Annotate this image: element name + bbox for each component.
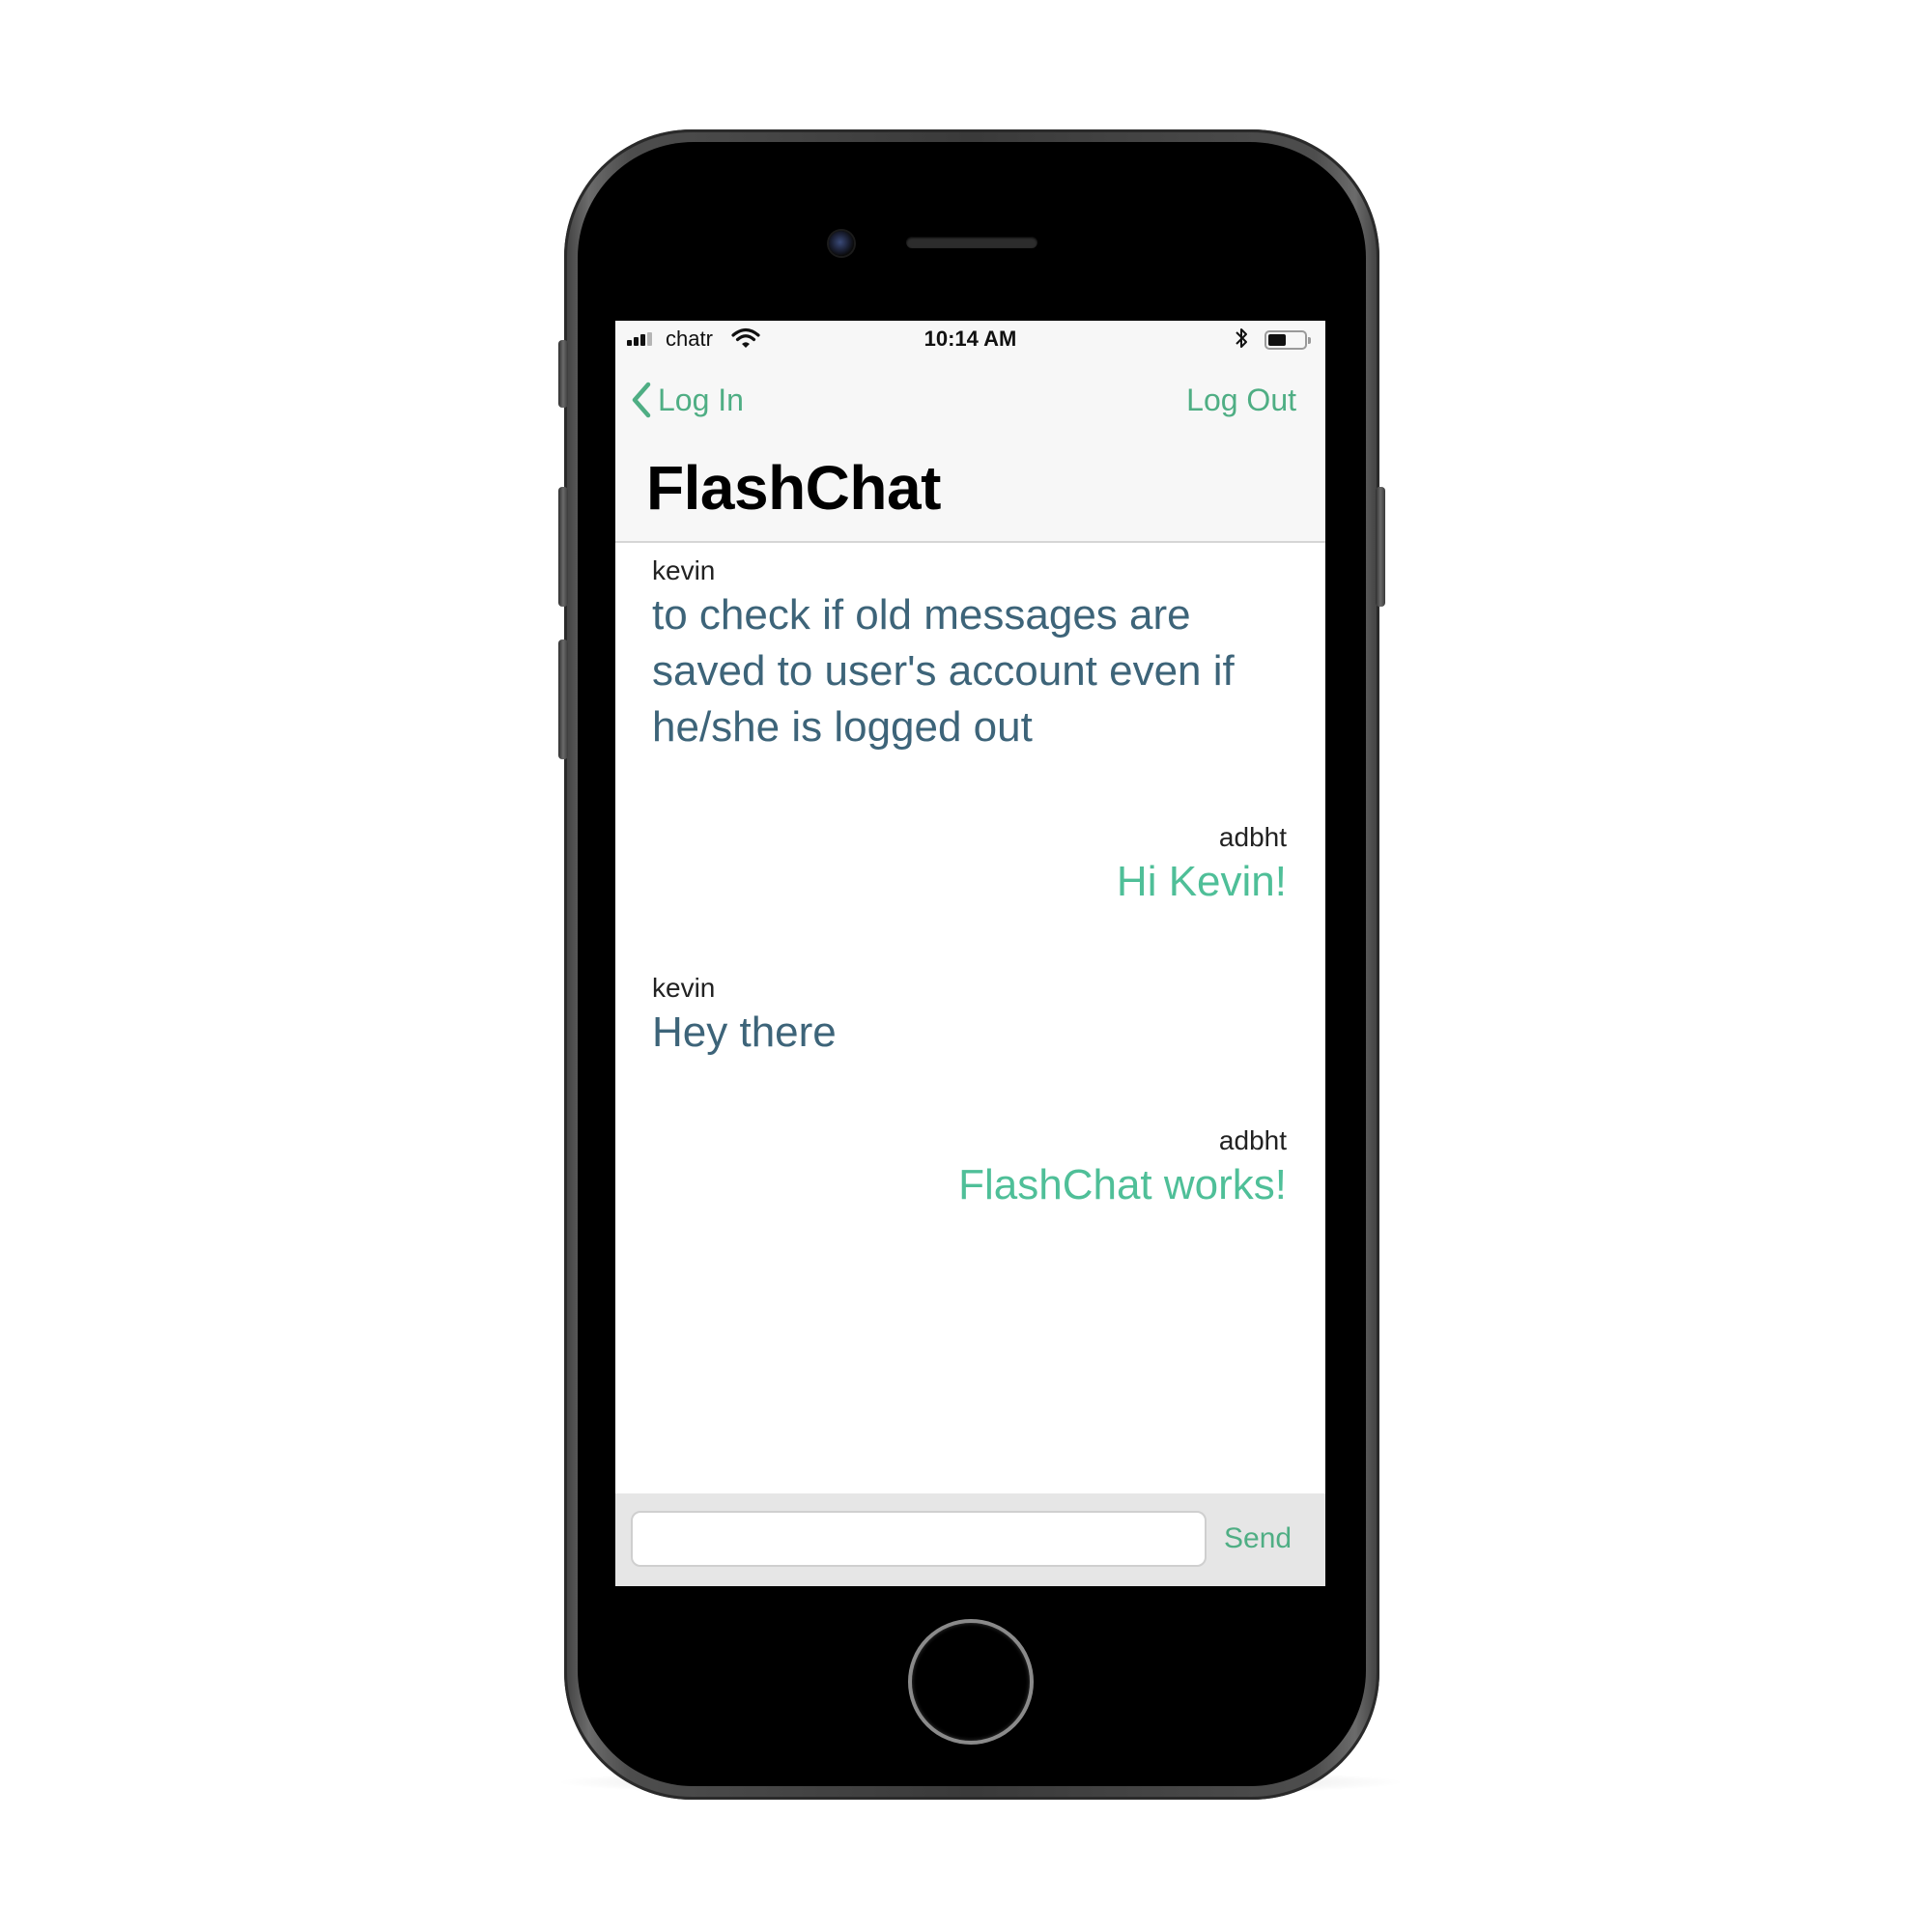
power-button	[1376, 487, 1385, 607]
message-sender: adbht	[1218, 822, 1287, 852]
message-sender: kevin	[652, 555, 716, 585]
message-text: to check if old messages are saved to us…	[652, 591, 1235, 751]
message-sender: kevin	[652, 973, 716, 1003]
home-button[interactable]	[908, 1619, 1034, 1745]
app-screen: chatr 10:14 AM Log In Log Out FlashChat …	[615, 321, 1325, 1586]
message-text: Hi Kevin!	[1116, 858, 1287, 905]
battery-fill	[1268, 334, 1286, 346]
back-button-label: Log In	[658, 382, 744, 417]
chevron-left-icon	[632, 382, 651, 418]
message-text: FlashChat works!	[958, 1161, 1287, 1208]
message-item: adbht Hi Kevin!	[615, 821, 1325, 910]
mute-switch	[558, 340, 568, 408]
message-text: Hey there	[652, 1009, 837, 1056]
battery-icon	[1264, 330, 1311, 350]
camera-icon	[829, 231, 854, 256]
message-sender: adbht	[1218, 1125, 1287, 1155]
message-item: adbht FlashChat works!	[615, 1124, 1325, 1213]
volume-up-button	[558, 487, 568, 607]
message-input[interactable]	[631, 1511, 1207, 1567]
logout-button[interactable]: Log Out	[1186, 379, 1296, 421]
message-list[interactable]: kevin to check if old messages are saved…	[615, 543, 1325, 1509]
message-item: kevin Hey there	[615, 972, 1325, 1061]
compose-bar: Send	[615, 1493, 1325, 1586]
message-item: kevin to check if old messages are saved…	[615, 554, 1325, 755]
send-button[interactable]: Send	[1224, 1511, 1292, 1567]
page-title: FlashChat	[646, 453, 941, 523]
volume-down-button	[558, 639, 568, 759]
speaker-icon	[906, 237, 1037, 248]
status-bar: chatr 10:14 AM	[615, 321, 1325, 359]
device-mockup: chatr 10:14 AM Log In Log Out FlashChat …	[0, 0, 1932, 1932]
back-button[interactable]: Log In	[631, 379, 744, 421]
bluetooth-icon	[1236, 328, 1247, 348]
navigation-bar: chatr 10:14 AM Log In Log Out FlashChat	[615, 321, 1325, 543]
status-time: 10:14 AM	[923, 327, 1017, 351]
